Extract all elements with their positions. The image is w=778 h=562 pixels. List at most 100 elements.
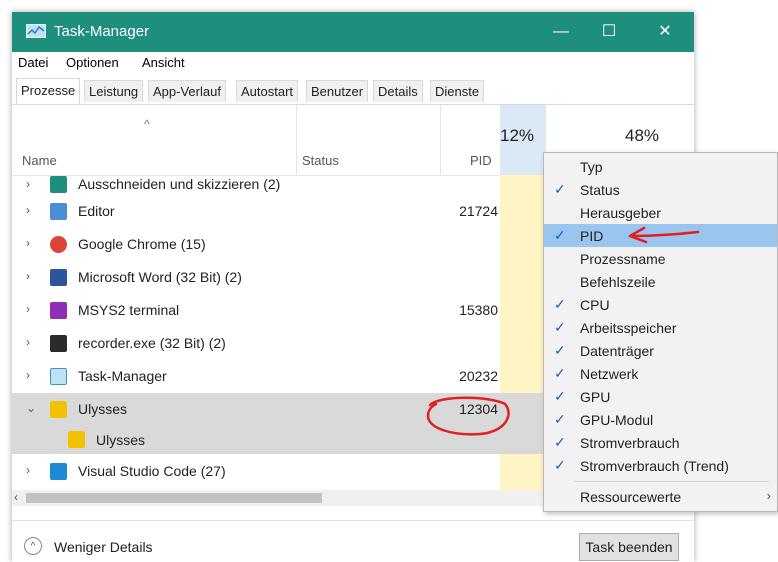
tab-prozesse[interactable]: Prozesse xyxy=(16,78,81,104)
taskmanager-icon xyxy=(50,368,67,385)
menu-item-stromverbrauch[interactable]: ✓ Stromverbrauch xyxy=(544,431,777,454)
menu-item-label: Befehlszeile xyxy=(580,274,656,290)
maximize-button[interactable]: ☐ xyxy=(586,12,632,52)
end-task-button[interactable]: Task beenden xyxy=(579,533,679,561)
vscode-icon xyxy=(50,463,67,480)
tab-dienste[interactable]: Dienste xyxy=(430,80,485,102)
menu-item-netzwerk[interactable]: ✓ Netzwerk xyxy=(544,362,777,385)
tab-leistung[interactable]: Leistung xyxy=(84,80,144,102)
expand-icon[interactable]: › xyxy=(26,269,30,283)
chrome-icon xyxy=(50,236,67,253)
table-row[interactable]: › MSYS2 terminal 15380 xyxy=(12,294,546,327)
memory-percent: 48% xyxy=(625,126,660,145)
menu-item-pid[interactable]: ✓ PID xyxy=(544,224,777,247)
check-icon: ✓ xyxy=(554,227,566,243)
table-row[interactable]: › Google Chrome (15) xyxy=(12,228,546,261)
column-status[interactable]: Status xyxy=(302,153,339,168)
msys2-icon xyxy=(50,302,67,319)
tab-app-verlauf[interactable]: App-Verlauf xyxy=(148,80,226,102)
title-bar[interactable]: Task-Manager — ☐ ✕ xyxy=(12,12,694,52)
window-title: Task-Manager xyxy=(54,23,150,40)
ulysses-icon xyxy=(50,401,67,418)
less-details-link[interactable]: Weniger Details xyxy=(54,539,153,555)
menu-item-label: GPU xyxy=(580,389,611,405)
submenu-arrow-icon: › xyxy=(766,488,771,503)
menu-item-befehlszeile[interactable]: Befehlszeile xyxy=(544,270,777,293)
expand-icon[interactable]: › xyxy=(26,335,30,349)
menu-separator xyxy=(574,481,769,482)
table-row[interactable]: › Task-Manager 20232 xyxy=(12,360,546,393)
menu-item-typ[interactable]: Typ xyxy=(544,155,777,178)
menu-item-arbeitsspeicher[interactable]: ✓ Arbeitsspeicher xyxy=(544,316,777,339)
tab-autostart[interactable]: Autostart xyxy=(236,80,299,102)
expand-icon[interactable]: › xyxy=(26,177,30,191)
menu-item-ressourcewerte[interactable]: Ressourcewerte › xyxy=(544,485,777,508)
menu-item-label: Datenträger xyxy=(580,343,654,359)
process-name: Task-Manager xyxy=(78,368,167,384)
table-row-selected[interactable]: ⌄ Ulysses 12304 xyxy=(12,393,546,426)
process-name: Microsoft Word (32 Bit) (2) xyxy=(78,269,242,285)
column-divider[interactable] xyxy=(440,105,441,175)
close-button[interactable]: ✕ xyxy=(642,12,688,52)
cpu-percent: 12% xyxy=(500,126,535,145)
footer: ^ Weniger Details Task beenden xyxy=(12,520,694,562)
menu-item-label: CPU xyxy=(580,297,610,313)
scrollbar-thumb[interactable] xyxy=(26,493,322,503)
check-icon: ✓ xyxy=(554,365,566,381)
check-icon: ✓ xyxy=(554,342,566,358)
menu-item-label: PID xyxy=(580,228,604,244)
column-name[interactable]: Name xyxy=(22,153,57,168)
menu-item-prozessname[interactable]: Prozessname xyxy=(544,247,777,270)
table-row-child[interactable]: Ulysses xyxy=(12,426,546,454)
table-row[interactable]: › recorder.exe (32 Bit) (2) xyxy=(12,327,546,360)
snip-icon xyxy=(50,176,67,193)
menu-item-label: Ressourcewerte xyxy=(580,489,682,505)
table-row[interactable]: › Ausschneiden und skizzieren (2) xyxy=(12,175,546,195)
menu-ansicht[interactable]: Ansicht xyxy=(142,55,185,70)
scroll-left-icon[interactable]: ‹ xyxy=(14,490,18,504)
menu-item-gpu[interactable]: ✓ GPU xyxy=(544,385,777,408)
check-icon: ✓ xyxy=(554,296,566,312)
collapse-details-icon[interactable]: ^ xyxy=(24,537,42,555)
expand-icon[interactable]: › xyxy=(26,302,30,316)
menu-item-gpu-modul[interactable]: ✓ GPU-Modul xyxy=(544,408,777,431)
check-icon: ✓ xyxy=(554,411,566,427)
tab-details[interactable]: Details xyxy=(373,80,423,102)
table-row[interactable]: › Editor 21724 xyxy=(12,195,546,228)
minimize-button[interactable]: — xyxy=(538,12,584,52)
check-icon: ✓ xyxy=(554,181,566,197)
column-cpu[interactable]: 12% xyxy=(500,105,546,175)
menu-item-label: Prozessname xyxy=(580,251,666,267)
menu-item-label: GPU-Modul xyxy=(580,412,654,428)
menu-item-stromverbrauch-trend[interactable]: ✓ Stromverbrauch (Trend) xyxy=(544,454,777,477)
menu-item-label: Netzwerk xyxy=(580,366,639,382)
process-name: Google Chrome (15) xyxy=(78,236,206,252)
table-row[interactable]: › Visual Studio Code (27) xyxy=(12,455,546,488)
collapse-icon[interactable]: ⌄ xyxy=(26,401,36,415)
menu-item-label: Status xyxy=(580,182,620,198)
menu-item-label: Herausgeber xyxy=(580,205,661,221)
ulysses-icon xyxy=(68,431,85,448)
horizontal-scrollbar[interactable]: ‹ xyxy=(12,490,546,506)
check-icon: ✓ xyxy=(554,457,566,473)
menu-item-label: Stromverbrauch (Trend) xyxy=(580,458,729,474)
menu-optionen[interactable]: Optionen xyxy=(66,55,119,70)
notepad-icon xyxy=(50,203,67,220)
menu-item-cpu[interactable]: ✓ CPU xyxy=(544,293,777,316)
column-pid[interactable]: PID xyxy=(470,153,492,168)
menu-bar: Datei Optionen Ansicht xyxy=(12,52,694,74)
menu-item-label: Arbeitsspeicher xyxy=(580,320,677,336)
menu-item-status[interactable]: ✓ Status xyxy=(544,178,777,201)
menu-item-datentraeger[interactable]: ✓ Datenträger xyxy=(544,339,777,362)
expand-icon[interactable]: › xyxy=(26,236,30,250)
menu-item-herausgeber[interactable]: Herausgeber xyxy=(544,201,777,224)
process-name: Ulysses xyxy=(78,401,128,417)
menu-datei[interactable]: Datei xyxy=(18,55,48,70)
menu-item-label: Typ xyxy=(580,159,603,175)
expand-icon[interactable]: › xyxy=(26,203,30,217)
expand-icon[interactable]: › xyxy=(26,368,30,382)
tab-benutzer[interactable]: Benutzer xyxy=(306,80,369,102)
table-row[interactable]: › Microsoft Word (32 Bit) (2) xyxy=(12,261,546,294)
column-divider[interactable] xyxy=(296,105,297,175)
expand-icon[interactable]: › xyxy=(26,463,30,477)
